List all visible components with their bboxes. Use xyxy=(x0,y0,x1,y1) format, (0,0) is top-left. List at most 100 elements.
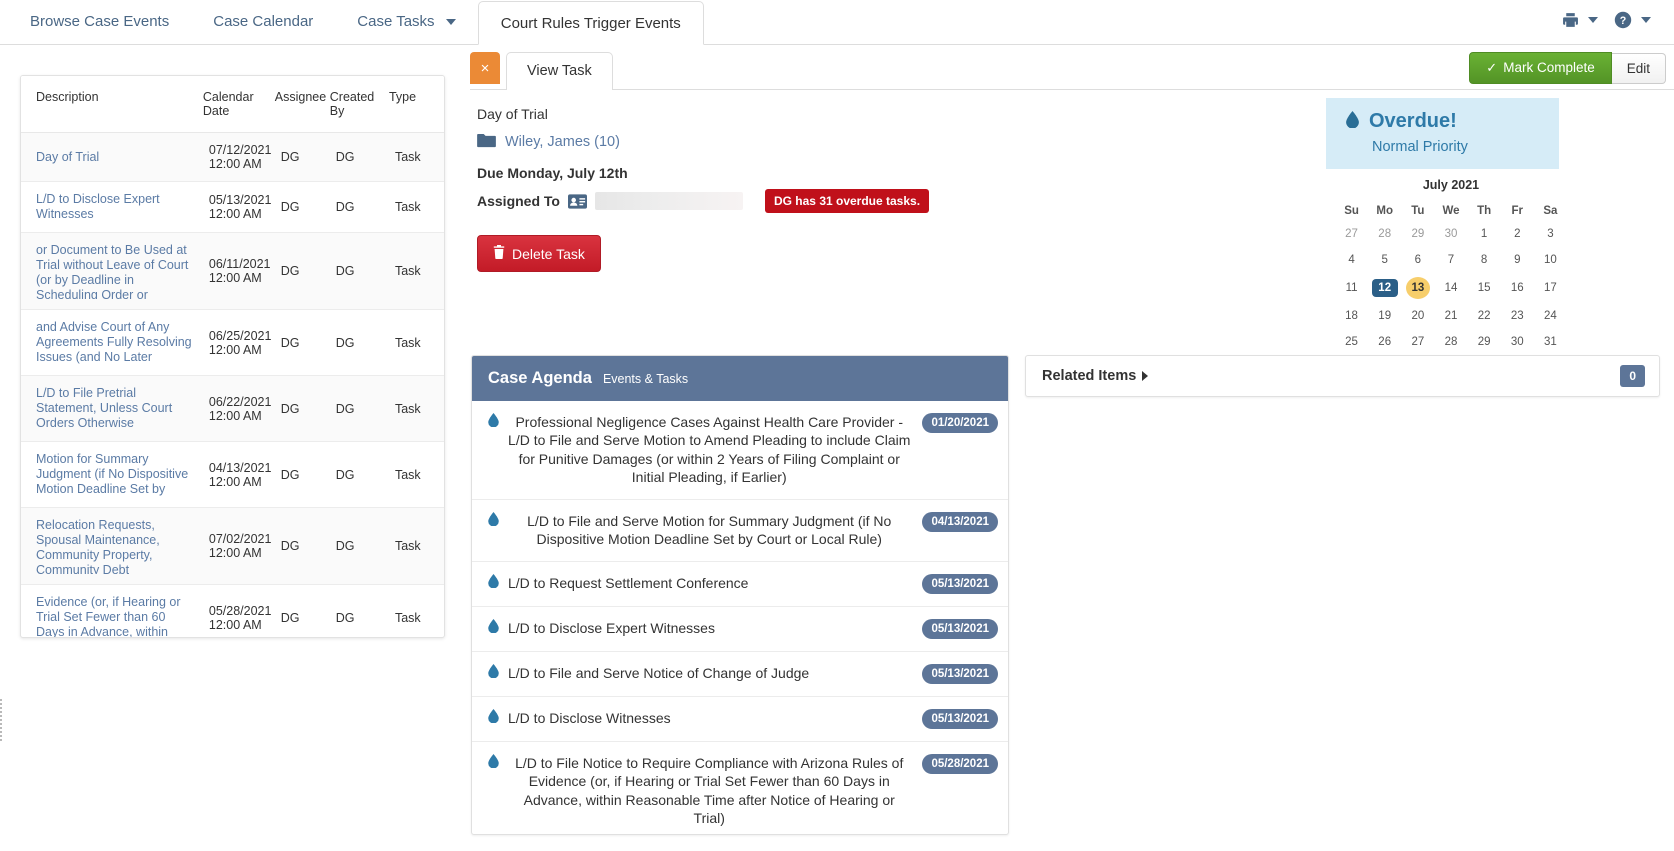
calendar-day-cell[interactable]: 7 xyxy=(1434,247,1467,273)
printer-icon[interactable] xyxy=(1559,10,1582,31)
column-header-created-by[interactable]: Created By xyxy=(329,76,389,133)
table-row[interactable]: Day of Trial 07/12/2021 12:00 AM DG DG Task xyxy=(21,132,444,182)
calendar-date-value: 04/13/2021 xyxy=(208,460,272,475)
table-row[interactable]: and Advise Court of Any Agreements Fully… xyxy=(21,309,444,376)
agenda-item[interactable]: L/D to File Notice to Require Compliance… xyxy=(472,742,1008,834)
mark-complete-button[interactable]: ✓ Mark Complete xyxy=(1469,52,1612,84)
calendar-day-cell[interactable]: 27 xyxy=(1335,221,1368,247)
calendar-day-cell[interactable]: 12 xyxy=(1368,273,1401,303)
calendar-day-cell[interactable]: 13 xyxy=(1401,273,1434,303)
calendar-day-cell[interactable]: 6 xyxy=(1401,247,1434,273)
calendar-day-label: 23 xyxy=(1510,310,1524,322)
edit-button[interactable]: Edit xyxy=(1611,52,1666,84)
task-description-link[interactable]: L/D to Disclose Expert Witnesses xyxy=(36,192,197,222)
calendar-day-cell[interactable]: 17 xyxy=(1534,273,1567,303)
delete-task-label: Delete Task xyxy=(512,245,585,262)
agenda-item-text: L/D to Disclose Expert Witnesses xyxy=(508,619,715,636)
calendar-day-cell[interactable]: 2 xyxy=(1501,221,1534,247)
calendar-day-cell[interactable]: 15 xyxy=(1468,273,1501,303)
calendar-day-cell[interactable]: 10 xyxy=(1534,247,1567,273)
calendar-day-cell[interactable]: 21 xyxy=(1434,303,1467,329)
calendar-date-value: 06/11/2021 xyxy=(208,257,271,271)
calendar-day-label: 18 xyxy=(1345,310,1358,322)
table-row[interactable]: or Document to Be Used at Trial without … xyxy=(21,232,444,310)
related-items-panel[interactable]: Related Items 0 xyxy=(1025,355,1660,397)
agenda-item[interactable]: L/D to Disclose Expert Witnesses 05/13/20… xyxy=(472,607,1008,652)
close-panel-button[interactable]: × xyxy=(470,52,500,84)
calendar-day-cell[interactable]: 18 xyxy=(1335,303,1368,329)
assignee-value-field[interactable] xyxy=(594,192,743,210)
calendar-day-cell[interactable]: 20 xyxy=(1401,303,1434,329)
column-header-assignee[interactable]: Assignee xyxy=(274,76,330,133)
task-description-link[interactable]: Relocation Requests, Spousal Maintenance… xyxy=(36,518,197,574)
mark-complete-label: Mark Complete xyxy=(1503,60,1595,75)
calendar-day-cell[interactable]: 26 xyxy=(1368,329,1401,355)
calendar-day-cell[interactable]: 24 xyxy=(1534,303,1567,329)
calendar-day-cell[interactable]: 29 xyxy=(1401,221,1434,247)
calendar-day-cell[interactable]: 3 xyxy=(1534,221,1567,247)
calendar-day-cell[interactable]: 28 xyxy=(1368,221,1401,247)
column-header-description[interactable]: Description xyxy=(21,76,203,133)
calendar-day-cell[interactable]: 14 xyxy=(1434,273,1467,303)
calendar-day-cell[interactable]: 8 xyxy=(1468,247,1501,273)
calendar-day-label: 17 xyxy=(1544,282,1557,294)
chevron-down-icon xyxy=(445,19,456,26)
task-description-link[interactable]: Evidence (or, if Hearing or Trial Set Fe… xyxy=(36,595,197,637)
case-agenda-title: Case Agenda xyxy=(488,369,592,387)
calendar-day-cell[interactable]: 5 xyxy=(1368,247,1401,273)
help-circle-icon[interactable]: ? xyxy=(1611,9,1635,31)
calendar-day-selected: 12 xyxy=(1371,279,1398,297)
agenda-item[interactable]: L/D to Disclose Witnesses 05/13/2021 xyxy=(472,697,1008,742)
table-row[interactable]: L/D to File Pretrial Statement, Unless C… xyxy=(21,375,444,442)
calendar-day-cell[interactable]: 25 xyxy=(1335,329,1368,355)
delete-task-button[interactable]: Delete Task xyxy=(477,235,601,272)
calendar-day-cell[interactable]: 4 xyxy=(1335,247,1368,273)
calendar-day-cell[interactable]: 11 xyxy=(1335,273,1368,303)
agenda-item[interactable]: Professional Negligence Cases Against He… xyxy=(472,401,1008,500)
task-description-link[interactable]: or Document to Be Used at Trial without … xyxy=(36,243,197,299)
tab-view-task[interactable]: View Task xyxy=(506,52,613,90)
task-detail-pane: × View Task ✓ Mark Complete Edit Day of T… xyxy=(455,45,1674,851)
help-dropdown-caret-icon[interactable] xyxy=(1641,17,1651,23)
calendar-day-cell[interactable]: 9 xyxy=(1501,247,1534,273)
nav-tab-case-tasks[interactable]: Case Tasks xyxy=(335,0,477,44)
calendar-day-cell[interactable]: 19 xyxy=(1368,303,1401,329)
calendar-day-label: 31 xyxy=(1544,336,1557,348)
nav-tab-case-calendar[interactable]: Case Calendar xyxy=(191,0,335,44)
calendar-day-cell[interactable]: 22 xyxy=(1468,303,1501,329)
contact-card-icon[interactable] xyxy=(567,193,587,209)
calendar-weekday: Mo xyxy=(1376,205,1394,217)
printer-dropdown-caret-icon[interactable] xyxy=(1588,17,1598,23)
calendar-date-value: 07/02/2021 xyxy=(208,532,272,546)
nav-tab-browse-case-events[interactable]: Browse Case Events xyxy=(8,0,191,44)
table-row[interactable]: Relocation Requests, Spousal Maintenance… xyxy=(21,507,444,585)
task-description-link[interactable]: L/D to File Pretrial Statement, Unless C… xyxy=(36,386,197,431)
case-link[interactable]: Wiley, James (10) xyxy=(505,134,620,150)
calendar-day-cell[interactable]: 30 xyxy=(1501,329,1534,355)
calendar-day-cell[interactable]: 27 xyxy=(1401,329,1434,355)
task-description-link[interactable]: and Advise Court of Any Agreements Fully… xyxy=(36,320,197,365)
calendar-day-cell[interactable]: 30 xyxy=(1434,221,1467,247)
table-row[interactable]: L/D to Disclose Expert Witnesses 05/13/20… xyxy=(21,181,444,233)
task-description-link[interactable]: Day of Trial xyxy=(36,150,197,165)
calendar-day-cell[interactable]: 29 xyxy=(1468,329,1501,355)
table-row[interactable]: Motion for Summary Judgment (if No Dispo… xyxy=(21,441,444,508)
calendar-day-cell[interactable]: 16 xyxy=(1501,273,1534,303)
calendar-day-cell[interactable]: 28 xyxy=(1434,329,1467,355)
agenda-item[interactable]: L/D to File and Serve Motion for Summary… xyxy=(472,500,1008,562)
nav-tab-court-rules-trigger-events[interactable]: Court Rules Trigger Events xyxy=(477,1,704,45)
task-description-link[interactable]: Motion for Summary Judgment (if No Dispo… xyxy=(36,452,197,497)
calendar-day-cell[interactable]: 31 xyxy=(1534,329,1567,355)
calendar-day-label: 27 xyxy=(1411,336,1425,348)
agenda-item[interactable]: L/D to Request Settlement Conference 05/1… xyxy=(472,562,1008,607)
calendar-day-label: 22 xyxy=(1477,310,1491,322)
cell-type: Task xyxy=(388,309,444,376)
table-row[interactable]: Evidence (or, if Hearing or Trial Set Fe… xyxy=(21,584,444,637)
agenda-item-content: Professional Negligence Cases Against He… xyxy=(488,413,910,487)
column-header-type[interactable]: Type xyxy=(388,76,444,133)
calendar-day-cell[interactable]: 1 xyxy=(1468,221,1501,247)
agenda-item[interactable]: L/D to File and Serve Notice of Change o… xyxy=(472,652,1008,697)
calendar-day-cell[interactable]: 23 xyxy=(1501,303,1534,329)
cell-assignee: DG xyxy=(274,132,330,182)
column-header-calendar-date[interactable]: Calendar Date xyxy=(202,76,275,133)
